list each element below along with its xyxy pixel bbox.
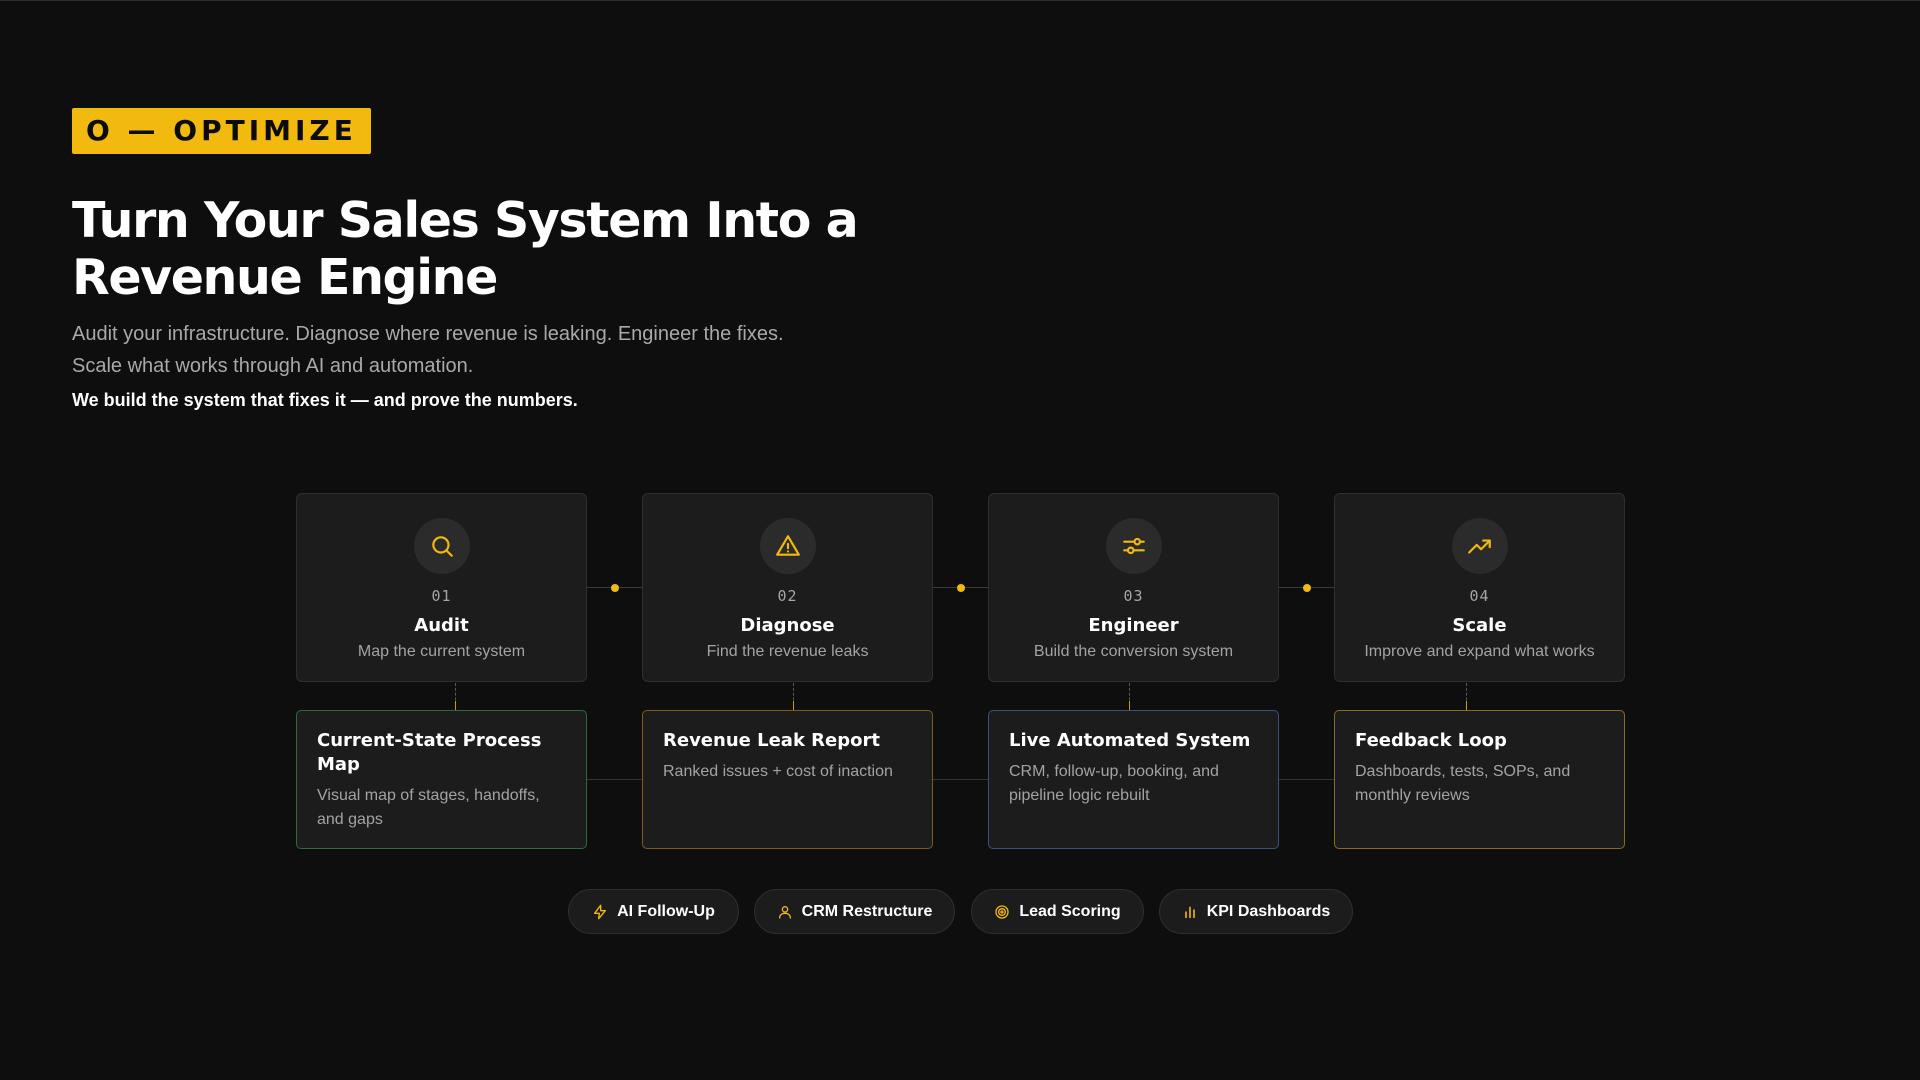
user-icon — [777, 904, 793, 920]
connector-dot — [611, 584, 619, 592]
step-title: Scale — [1452, 615, 1507, 636]
step-card-diagnose: 02 Diagnose Find the revenue leaks — [642, 493, 933, 682]
deliverable-connector — [933, 779, 989, 780]
step-card-scale: 04 Scale Improve and expand what works — [1334, 493, 1625, 682]
step-number: 02 — [777, 587, 798, 605]
step-description: Map the current system — [357, 643, 526, 660]
hero-emphasis: We build the system that fixes it — and … — [72, 390, 578, 410]
step-connector — [587, 584, 643, 592]
pill-ai-follow-up[interactable]: AI Follow-Up — [568, 889, 739, 934]
deliverable-title: Feedback Loop — [1355, 730, 1507, 751]
connector-dot — [957, 584, 965, 592]
top-divider — [0, 0, 1920, 1]
hero-lead-line-1: Audit your infrastructure. Diagnose wher… — [72, 323, 784, 345]
hero-lead: Audit your infrastructure. Diagnose wher… — [72, 318, 972, 382]
pill-label: KPI Dashboards — [1206, 902, 1331, 920]
deliverable-card-leak-report: Revenue Leak Report Ranked issues + cost… — [642, 710, 933, 849]
warning-icon — [759, 518, 816, 574]
step-number: 03 — [1123, 587, 1144, 605]
step-number: 04 — [1469, 587, 1490, 605]
bar-chart-icon — [1182, 904, 1198, 920]
step-connector — [933, 584, 989, 592]
deliverable-description: Visual map of stages, handoffs, and gaps — [317, 787, 540, 828]
pill-kpi-dashboards[interactable]: KPI Dashboards — [1159, 889, 1353, 934]
step-connector — [1279, 584, 1335, 592]
pill-crm-restructure[interactable]: CRM Restructure — [754, 889, 955, 934]
deliverable-card-automated-system: Live Automated System CRM, follow-up, bo… — [988, 710, 1279, 849]
section-badge: O — OPTIMIZE — [72, 108, 371, 154]
deliverable-description: Dashboards, tests, SOPs, and monthly rev… — [1355, 763, 1571, 804]
step-title: Audit — [414, 615, 469, 636]
deliverable-title: Current-State Process Map — [317, 730, 542, 775]
pill-lead-scoring[interactable]: Lead Scoring — [971, 889, 1144, 934]
step-title: Engineer — [1088, 615, 1179, 636]
sliders-icon — [1105, 518, 1162, 574]
step-card-engineer: 03 Engineer Build the conversion system — [988, 493, 1279, 682]
lightning-icon — [592, 904, 608, 920]
step-description: Improve and expand what works — [1364, 643, 1595, 660]
pill-label: CRM Restructure — [801, 902, 933, 920]
deliverable-description: Ranked issues + cost of inaction — [663, 763, 893, 780]
deliverable-description: CRM, follow-up, booking, and pipeline lo… — [1009, 763, 1219, 804]
deliverable-title: Live Automated System — [1009, 730, 1251, 751]
deliverable-card-feedback-loop: Feedback Loop Dashboards, tests, SOPs, a… — [1334, 710, 1625, 849]
deliverable-card-process-map: Current-State Process Map Visual map of … — [296, 710, 587, 849]
step-title: Diagnose — [740, 615, 835, 636]
search-icon — [413, 518, 470, 574]
step-number: 01 — [431, 587, 452, 605]
step-description: Find the revenue leaks — [706, 643, 869, 660]
trending-up-icon — [1451, 518, 1508, 574]
connector-dot — [1303, 584, 1311, 592]
page-title: Turn Your Sales System Into a Revenue En… — [72, 192, 859, 306]
pill-label: AI Follow-Up — [617, 902, 715, 920]
link-tip — [1466, 701, 1467, 710]
deliverable-title: Revenue Leak Report — [663, 730, 880, 751]
deliverable-connector — [587, 779, 643, 780]
hero-lead-line-2: Scale what works through AI and automati… — [72, 355, 474, 377]
target-icon — [994, 904, 1010, 920]
link-tip — [793, 701, 794, 710]
step-description: Build the conversion system — [1033, 643, 1234, 660]
link-tip — [455, 701, 456, 710]
link-tip — [1129, 701, 1130, 710]
pill-label: Lead Scoring — [1019, 902, 1121, 920]
step-card-audit: 01 Audit Map the current system — [296, 493, 587, 682]
deliverable-connector — [1279, 779, 1335, 780]
